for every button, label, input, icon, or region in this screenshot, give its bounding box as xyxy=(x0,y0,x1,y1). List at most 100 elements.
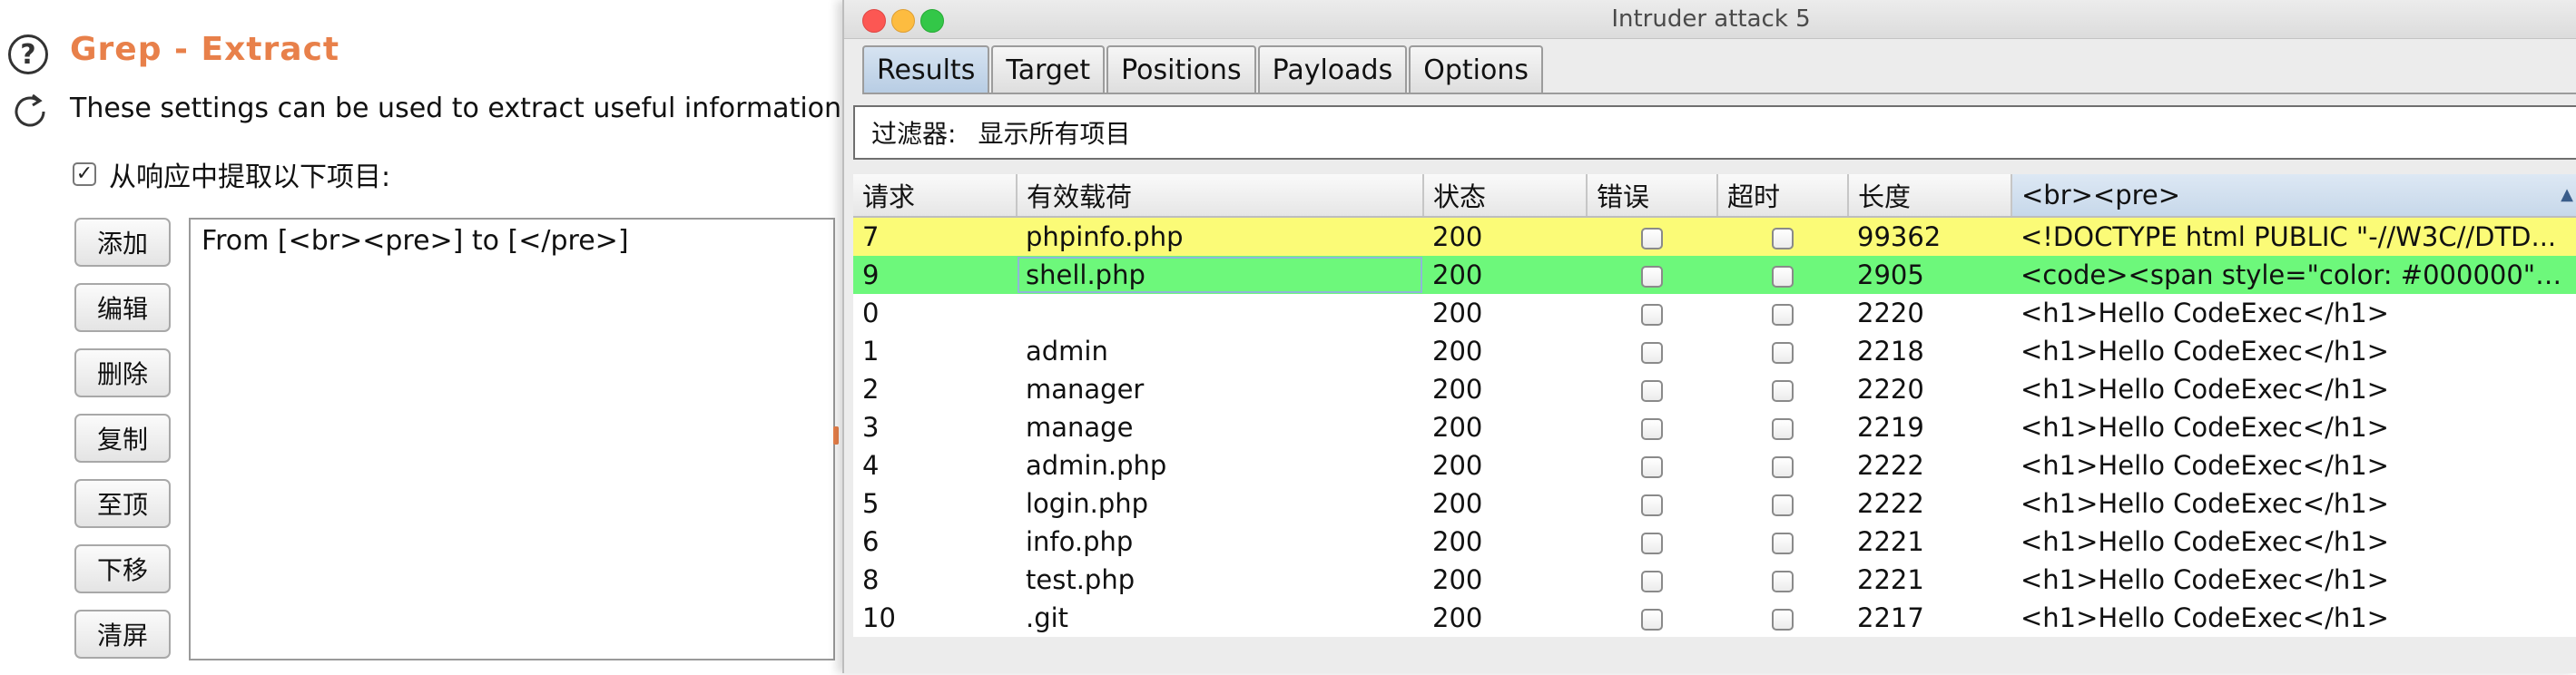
timeout-checkbox[interactable] xyxy=(1772,494,1794,516)
column-header-status[interactable]: 状态 xyxy=(1423,174,1588,218)
column-header-extract[interactable]: <br><pre> ▲ xyxy=(2011,174,2576,218)
tab-bar: Results Target Positions Payloads Option… xyxy=(862,42,2576,94)
table-row[interactable]: 2 manager 200 2220 <h1>Hello CodeExec</h1> xyxy=(853,370,2576,408)
timeout-checkbox[interactable] xyxy=(1772,342,1794,364)
error-checkbox[interactable] xyxy=(1641,609,1663,631)
cell-extract: <h1>Hello CodeExec</h1> xyxy=(2020,336,2389,367)
table-row[interactable]: 1 admin 200 2218 <h1>Hello CodeExec</h1> xyxy=(853,332,2576,370)
error-checkbox[interactable] xyxy=(1641,342,1663,364)
cell-request: 9 xyxy=(853,256,1017,294)
timeout-checkbox[interactable] xyxy=(1772,533,1794,554)
table-row[interactable]: 10 .git 200 2217 <h1>Hello CodeExec</h1> xyxy=(853,599,2576,637)
error-cell xyxy=(1587,294,1717,332)
delete-button[interactable]: 删除 xyxy=(74,348,171,397)
cell-status: 200 xyxy=(1423,217,1587,256)
table-row[interactable]: 5 login.php 200 2222 <h1>Hello CodeExec</h1> xyxy=(853,484,2576,523)
timeout-checkbox[interactable] xyxy=(1772,266,1794,288)
column-header-request[interactable]: 请求 xyxy=(853,174,1018,218)
cell-request: 7 xyxy=(853,217,1017,256)
timeout-cell xyxy=(1717,561,1848,599)
error-cell xyxy=(1587,332,1717,370)
cell-payload: .git xyxy=(1026,602,1069,633)
move-to-top-button[interactable]: 至顶 xyxy=(74,479,171,528)
error-checkbox[interactable] xyxy=(1641,418,1663,440)
cell-extract: <code><span style="color: #000000">... xyxy=(2011,256,2576,294)
tab-target[interactable]: Target xyxy=(991,45,1106,93)
extract-checkbox[interactable]: ✓ xyxy=(73,162,96,186)
filter-bar[interactable]: 过滤器: 显示所有项目 xyxy=(853,105,2576,160)
cell-extract: <h1>Hello CodeExec</h1> xyxy=(2020,298,2389,328)
tab-results[interactable]: Results xyxy=(862,45,990,93)
table-row[interactable]: 3 manage 200 2219 <h1>Hello CodeExec</h1> xyxy=(853,408,2576,446)
move-down-button[interactable]: 下移 xyxy=(74,544,171,593)
timeout-checkbox[interactable] xyxy=(1772,380,1794,402)
cell-status: 200 xyxy=(1432,526,1483,557)
error-checkbox[interactable] xyxy=(1641,494,1663,516)
add-button[interactable]: 添加 xyxy=(74,218,171,267)
intruder-attack-window: Intruder attack 5 Results Target Positio… xyxy=(842,0,2576,673)
edit-button[interactable]: 编辑 xyxy=(74,283,171,332)
cell-request: 5 xyxy=(862,488,880,519)
extract-option[interactable]: ✓ 从响应中提取以下项目: xyxy=(73,154,390,194)
timeout-checkbox[interactable] xyxy=(1772,418,1794,440)
list-item[interactable]: From [<br><pre>] to [</pre>] xyxy=(191,220,833,262)
table-row[interactable]: 9 shell.php 200 2905 <code><span style="colo… xyxy=(853,256,2576,294)
cell-extract: <!DOCTYPE html PUBLIC "-//W3C//DTD... xyxy=(2011,217,2576,256)
cell-status: 200 xyxy=(1432,602,1483,633)
results-body: 7 phpinfo.php 200 99362 <!DOCTYPE html PUBLI… xyxy=(853,217,2576,637)
cell-status: 200 xyxy=(1432,488,1483,519)
cell-length: 2221 xyxy=(1857,526,1924,557)
column-header-length[interactable]: 长度 xyxy=(1848,174,2012,218)
timeout-cell xyxy=(1717,217,1848,256)
cell-extract: <h1>Hello CodeExec</h1> xyxy=(2020,564,2389,595)
timeout-cell xyxy=(1717,523,1848,561)
rule-action-buttons: 添加 编辑 删除 复制 至顶 下移 清屏 xyxy=(74,218,171,675)
timeout-checkbox[interactable] xyxy=(1772,456,1794,478)
error-checkbox[interactable] xyxy=(1641,228,1663,249)
window-titlebar[interactable]: Intruder attack 5 xyxy=(844,0,2576,39)
cell-payload: shell.php xyxy=(1017,256,1423,294)
error-checkbox[interactable] xyxy=(1641,304,1663,326)
table-row[interactable]: 4 admin.php 200 2222 <h1>Hello CodeExec</h1> xyxy=(853,446,2576,484)
error-checkbox[interactable] xyxy=(1641,380,1663,402)
column-header-timeout[interactable]: 超时 xyxy=(1717,174,1849,218)
column-header-payload[interactable]: 有效载荷 xyxy=(1017,174,1424,218)
cell-extract: <h1>Hello CodeExec</h1> xyxy=(2020,374,2389,405)
help-icon[interactable]: ? xyxy=(8,34,48,74)
tab-positions[interactable]: Positions xyxy=(1106,45,1256,93)
grep-extract-panel: ? Grep - Extract These settings can be u… xyxy=(0,0,870,675)
tab-options[interactable]: Options xyxy=(1409,45,1543,93)
filter-value[interactable]: 显示所有项目 xyxy=(978,114,1130,151)
copy-button[interactable]: 复制 xyxy=(74,414,171,463)
split-grip[interactable] xyxy=(833,426,839,445)
table-row[interactable]: 0 200 2220 <h1>Hello CodeExec</h1> xyxy=(853,294,2576,332)
cell-payload: admin.php xyxy=(1026,450,1167,481)
timeout-checkbox[interactable] xyxy=(1772,609,1794,631)
cell-length: 2220 xyxy=(1857,374,1924,405)
extract-checkbox-label: 从响应中提取以下项目: xyxy=(109,161,391,193)
error-checkbox[interactable] xyxy=(1641,456,1663,478)
tab-payloads[interactable]: Payloads xyxy=(1257,45,1408,93)
column-header-error[interactable]: 错误 xyxy=(1587,174,1718,218)
error-checkbox[interactable] xyxy=(1641,571,1663,592)
clear-button[interactable]: 清屏 xyxy=(74,610,171,659)
table-row[interactable]: 8 test.php 200 2221 <h1>Hello CodeExec</h1> xyxy=(853,561,2576,599)
error-cell xyxy=(1587,217,1717,256)
timeout-cell xyxy=(1717,256,1848,294)
timeout-cell xyxy=(1717,446,1848,484)
cell-status: 200 xyxy=(1432,450,1483,481)
table-header-row: 请求 有效载荷 状态 错误 超时 长度 <br><pre> ▲ xyxy=(853,174,2576,218)
cell-request: 1 xyxy=(862,336,880,367)
cell-request: 6 xyxy=(862,526,880,557)
refresh-icon[interactable] xyxy=(11,92,49,130)
timeout-checkbox[interactable] xyxy=(1772,571,1794,592)
timeout-checkbox[interactable] xyxy=(1772,228,1794,249)
table-row[interactable]: 7 phpinfo.php 200 99362 <!DOCTYPE html PUBLI… xyxy=(853,217,2576,256)
table-row[interactable]: 6 info.php 200 2221 <h1>Hello CodeExec</h1> xyxy=(853,523,2576,561)
timeout-checkbox[interactable] xyxy=(1772,304,1794,326)
error-checkbox[interactable] xyxy=(1641,266,1663,288)
cell-status: 200 xyxy=(1432,336,1483,367)
extract-rule-list[interactable]: From [<br><pre>] to [</pre>] xyxy=(189,218,835,660)
error-checkbox[interactable] xyxy=(1641,533,1663,554)
results-table: 请求 有效载荷 状态 错误 超时 长度 <br><pre> ▲ 7 phpinfo… xyxy=(853,174,2576,637)
